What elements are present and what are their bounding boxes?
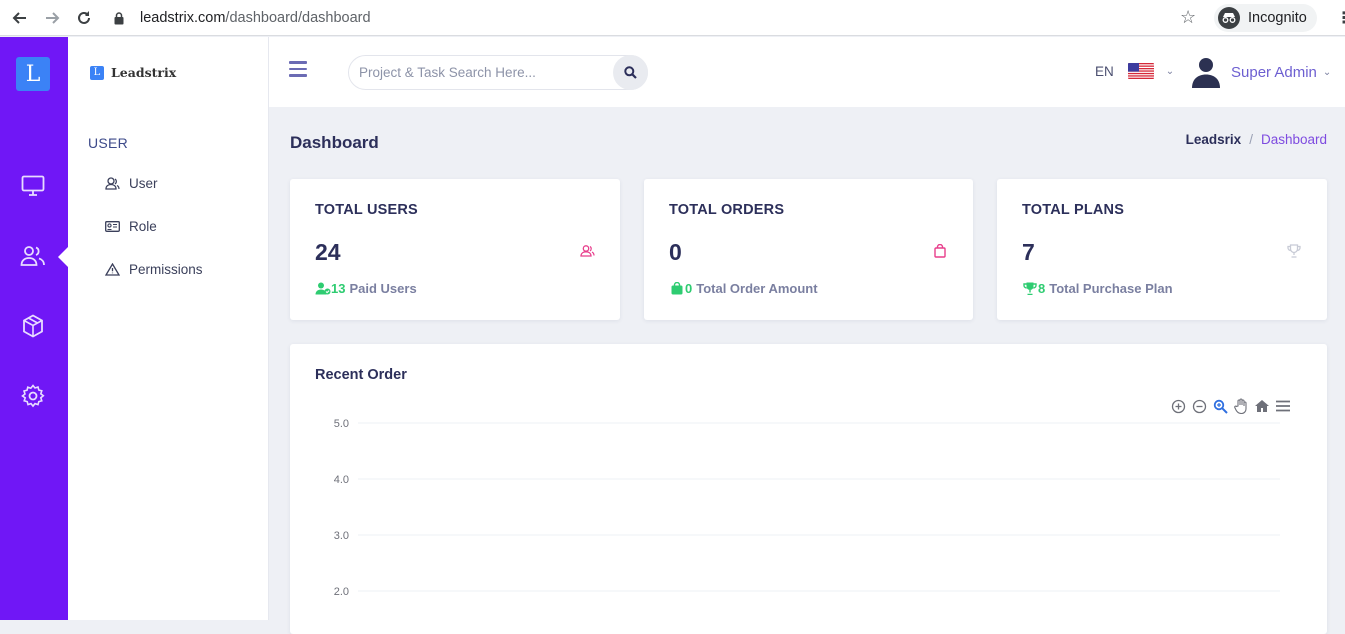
stat-card-total-orders: TOTAL ORDERS 0 0 Total Order Amount	[644, 179, 973, 320]
url-domain: leadstrix.com	[140, 10, 226, 26]
card-footer: 8 Total Purchase Plan	[1022, 281, 1173, 296]
card-title: TOTAL ORDERS	[669, 202, 785, 218]
trophy-icon	[1022, 282, 1038, 296]
card-value: 7	[1022, 239, 1035, 265]
url-text: leadstrix.com/dashboard/dashboard	[140, 10, 371, 26]
y-tick-label: 5.0	[334, 418, 349, 430]
card-value: 0	[669, 239, 682, 265]
top-header: EN ⌄ Super Admin ⌄	[269, 37, 1345, 107]
incognito-badge[interactable]: Incognito	[1214, 4, 1317, 32]
incognito-icon	[1218, 7, 1240, 29]
user-name: Super Admin	[1231, 63, 1317, 81]
reload-icon[interactable]	[69, 3, 99, 33]
address-bar[interactable]: leadstrix.com/dashboard/dashboard	[112, 5, 1207, 31]
recent-order-card: Recent Order 5.0 4.0 3.0 2.0	[290, 344, 1327, 634]
secondary-sidebar: L Leadstrix USER User Role Permissions	[68, 37, 269, 620]
lock-icon	[112, 11, 126, 25]
us-flag-icon	[1127, 63, 1154, 79]
brand[interactable]: L Leadstrix	[90, 65, 176, 80]
sidebar-item-role[interactable]: Role	[104, 218, 157, 234]
warning-icon	[104, 261, 120, 277]
users-icon[interactable]	[20, 243, 46, 269]
card-title: TOTAL PLANS	[1022, 202, 1125, 218]
card-footer-label: Total Purchase Plan	[1049, 281, 1173, 296]
card-footer-number: 0	[685, 281, 693, 296]
user-menu[interactable]: Super Admin ⌄	[1191, 56, 1331, 88]
cube-icon[interactable]	[20, 313, 46, 339]
forward-arrow-icon[interactable]	[37, 3, 67, 33]
card-title: TOTAL USERS	[315, 202, 418, 218]
menu-toggle-icon[interactable]	[289, 61, 307, 77]
url-path: /dashboard/dashboard	[225, 10, 371, 26]
avatar-icon	[1192, 58, 1220, 88]
card-footer: 13 Paid Users	[315, 281, 417, 296]
search-input[interactable]	[359, 56, 609, 89]
page-title: Dashboard	[290, 133, 379, 152]
active-indicator	[58, 247, 68, 267]
shopping-bag-icon	[932, 243, 948, 259]
user-icon	[104, 175, 120, 191]
y-tick-label: 4.0	[334, 474, 349, 486]
card-value: 24	[315, 239, 341, 265]
back-arrow-icon[interactable]	[5, 3, 35, 33]
breadcrumb-current: Dashboard	[1260, 132, 1327, 147]
browser-toolbar: leadstrix.com/dashboard/dashboard ☆ Inco…	[0, 0, 1345, 36]
sidebar-item-label: Role	[129, 218, 157, 234]
trophy-icon	[1286, 243, 1302, 259]
chevron-down-icon: ⌄	[1322, 66, 1332, 78]
language-code: EN	[1095, 63, 1114, 79]
incognito-label: Incognito	[1248, 10, 1307, 26]
browser-menu-icon[interactable]: ⋮	[1336, 8, 1345, 28]
id-card-icon	[104, 218, 120, 234]
card-footer-label: Total Order Amount	[696, 281, 818, 296]
sidebar-item-label: User	[129, 175, 158, 191]
recent-order-chart: 5.0 4.0 3.0 2.0	[334, 418, 1280, 598]
brand-name: Leadstrix	[111, 65, 177, 80]
stat-card-total-users: TOTAL USERS 24 13 Paid Users	[290, 179, 620, 320]
bookmark-star-icon[interactable]: ☆	[1180, 7, 1196, 28]
gear-icon[interactable]	[20, 383, 46, 409]
shopping-bag-icon	[669, 282, 685, 296]
breadcrumb-separator: /	[1249, 132, 1253, 147]
sidebar-item-user[interactable]: User	[104, 175, 158, 191]
card-footer-number: 13	[331, 281, 346, 296]
monitor-icon[interactable]	[20, 173, 46, 199]
sidebar-item-label: Permissions	[129, 261, 203, 277]
app-logo[interactable]: L	[16, 57, 50, 91]
stat-card-total-plans: TOTAL PLANS 7 8 Total Purchase Plan	[997, 179, 1327, 320]
user-check-icon	[315, 282, 331, 296]
search-button[interactable]	[613, 55, 648, 90]
search-box	[348, 55, 648, 90]
card-footer-number: 8	[1038, 281, 1046, 296]
brand-logo: L	[90, 65, 104, 80]
icon-rail: L	[0, 37, 68, 620]
section-title-user: USER	[88, 135, 129, 151]
sidebar-item-permissions[interactable]: Permissions	[104, 261, 203, 277]
language-selector[interactable]: EN ⌄	[1095, 63, 1174, 79]
breadcrumb-root[interactable]: Leadsrix	[1186, 132, 1242, 147]
y-tick-label: 2.0	[334, 586, 349, 598]
chevron-down-icon: ⌄	[1165, 65, 1175, 77]
search-icon	[624, 66, 637, 79]
card-footer: 0 Total Order Amount	[669, 281, 818, 296]
card-footer-label: Paid Users	[349, 281, 417, 296]
y-tick-label: 3.0	[334, 530, 349, 542]
users-icon	[579, 243, 595, 259]
breadcrumb: Leadsrix / Dashboard	[1186, 132, 1327, 147]
